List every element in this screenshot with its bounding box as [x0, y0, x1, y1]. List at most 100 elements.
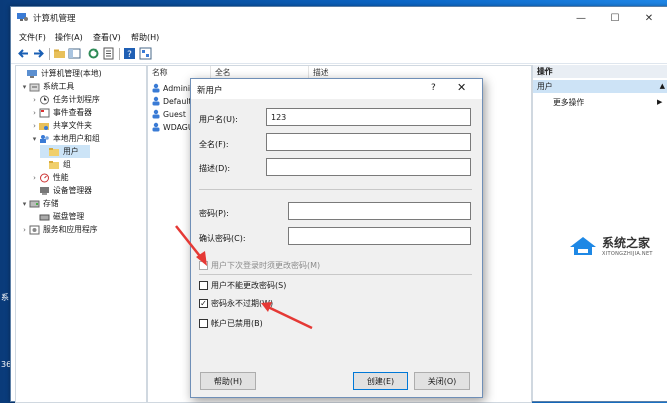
- tree-twisty[interactable]: ▾: [30, 135, 39, 143]
- fullname-input[interactable]: [266, 133, 471, 151]
- actions-header-label: 操作: [537, 67, 553, 76]
- tree-node-label: 本地用户和组: [53, 134, 100, 143]
- watermark-title: 系统之家: [602, 236, 651, 250]
- checkbox-box[interactable]: [199, 319, 208, 328]
- watermark-logo: 系统之家 XITONGZHIJIA.NET: [568, 234, 653, 257]
- close-button[interactable]: 关闭(O): [414, 372, 470, 390]
- tree-twisty[interactable]: ›: [30, 109, 39, 117]
- checkbox-label: 用户不能更改密码(S): [211, 281, 287, 290]
- tree-node-storage[interactable]: ▾ 存储: [20, 197, 59, 210]
- show-hide-tree-icon[interactable]: [68, 47, 81, 60]
- tree-node-label: 组: [63, 160, 71, 169]
- description-input[interactable]: [266, 158, 471, 176]
- tree-twisty[interactable]: ›: [20, 226, 29, 234]
- collapse-caret-icon[interactable]: ▲: [660, 82, 665, 90]
- toolbar: ?: [11, 45, 667, 64]
- checkbox-box[interactable]: [199, 281, 208, 290]
- menu-help[interactable]: 帮助(H): [131, 32, 159, 43]
- dialog-title: 新用户: [197, 86, 223, 96]
- user-icon: [152, 122, 160, 132]
- confirm-password-input[interactable]: [288, 227, 471, 245]
- clock-icon: [40, 95, 49, 104]
- tree-node-disk-management[interactable]: 磁盘管理: [30, 210, 84, 223]
- navigation-tree: 计算机管理(本地) ▾ 系统工具 › 任务计划程序 › 事件查看器 › 共享文件…: [15, 65, 147, 403]
- dialog-help-button[interactable]: ?: [431, 83, 436, 93]
- password-never-expires-checkbox[interactable]: ✓ 密码永不过期(W): [199, 298, 273, 309]
- checkbox-label: 用户下次登录时须更改密码(M): [211, 261, 321, 270]
- desktop-edge-text-1: 系: [1, 293, 9, 302]
- folder-icon: [49, 160, 59, 169]
- checkbox-box[interactable]: [199, 261, 208, 270]
- tree-node-label: 任务计划程序: [53, 95, 100, 104]
- username-input[interactable]: 123: [266, 108, 471, 126]
- actions-pane: 操作 用户 ▲ 更多操作 ▶: [532, 65, 667, 401]
- tools-icon: [29, 83, 40, 91]
- computer-management-icon: [17, 13, 28, 21]
- tree-node-device-manager[interactable]: 设备管理器: [30, 184, 92, 197]
- house-logo-icon: [570, 236, 596, 255]
- tree-node-groups[interactable]: 组: [40, 158, 71, 171]
- tree-node-task-scheduler[interactable]: › 任务计划程序: [30, 93, 100, 106]
- close-button-label: 关闭(O): [427, 376, 457, 386]
- dialog-title-bar: 新用户 ? ✕: [191, 79, 482, 99]
- tree-node-local-users-groups[interactable]: ▾ 本地用户和组: [30, 132, 100, 145]
- tree-node-label: 计算机管理(本地): [41, 69, 102, 78]
- account-disabled-checkbox[interactable]: 帐户已禁用(B): [199, 318, 263, 329]
- tree-node-system-tools[interactable]: ▾ 系统工具: [20, 80, 74, 93]
- more-actions-link[interactable]: 更多操作: [553, 97, 584, 108]
- menu-file[interactable]: 文件(F): [19, 32, 46, 43]
- refresh-icon[interactable]: [87, 47, 100, 60]
- maximize-button[interactable]: ☐: [598, 7, 632, 29]
- user-icon: [152, 109, 160, 119]
- watermark-subtitle: XITONGZHIJIA.NET: [602, 251, 653, 257]
- create-button-label: 创建(E): [366, 376, 395, 386]
- menu-action[interactable]: 操作(A): [55, 32, 83, 43]
- svg-text:?: ?: [127, 50, 132, 60]
- back-arrow-icon[interactable]: [17, 47, 30, 60]
- disk-icon: [39, 214, 50, 220]
- performance-icon: [40, 173, 49, 182]
- password-input[interactable]: [288, 202, 471, 220]
- close-window-button[interactable]: ✕: [632, 7, 666, 29]
- must-change-password-checkbox[interactable]: 用户下次登录时须更改密码(M): [199, 260, 320, 271]
- tree-node-performance[interactable]: › 性能: [30, 171, 69, 184]
- services-icon: [29, 225, 40, 234]
- cannot-change-password-checkbox[interactable]: 用户不能更改密码(S): [199, 280, 286, 291]
- help-icon[interactable]: ?: [123, 47, 136, 60]
- checkbox-checked-icon[interactable]: ✓: [199, 299, 208, 308]
- tree-node-label: 用户: [63, 147, 79, 156]
- menu-view[interactable]: 查看(V): [93, 32, 121, 43]
- minimize-button[interactable]: —: [564, 7, 598, 29]
- export-list-icon[interactable]: [102, 47, 115, 60]
- user-icon: [152, 96, 160, 106]
- forward-arrow-icon[interactable]: [32, 47, 45, 60]
- tree-node-label: 事件查看器: [53, 108, 92, 117]
- tree-twisty[interactable]: ▾: [20, 83, 29, 91]
- properties-icon[interactable]: [139, 47, 152, 60]
- username-value: 123: [271, 112, 287, 122]
- title-bar: 计算机管理 — ☐ ✕: [11, 7, 667, 29]
- tree-twisty[interactable]: ›: [30, 96, 39, 104]
- actions-group-users[interactable]: 用户 ▲: [533, 80, 667, 93]
- tree-node-label: 共享文件夹: [53, 121, 92, 130]
- create-button[interactable]: 创建(E): [353, 372, 408, 390]
- tree-node-shared-folders[interactable]: › 共享文件夹: [30, 119, 92, 132]
- list-item[interactable]: Guest: [148, 108, 186, 120]
- tree-node-event-viewer[interactable]: › 事件查看器: [30, 106, 92, 119]
- tree-node-computer-management[interactable]: 计算机管理(本地): [18, 67, 102, 80]
- submenu-caret-icon[interactable]: ▶: [657, 98, 662, 106]
- user-icon: [152, 83, 160, 93]
- device-manager-icon: [40, 186, 49, 195]
- tree-node-users[interactable]: 用户: [40, 145, 90, 158]
- tree-node-services-apps[interactable]: › 服务和应用程序: [20, 223, 98, 236]
- tree-twisty[interactable]: ›: [30, 122, 39, 130]
- tree-twisty[interactable]: ▾: [20, 200, 29, 208]
- up-folder-icon[interactable]: [53, 47, 66, 60]
- tree-node-label: 存储: [43, 199, 59, 208]
- help-button[interactable]: 帮助(H): [200, 372, 256, 390]
- dialog-close-icon[interactable]: ✕: [457, 81, 466, 94]
- new-user-dialog: 新用户 ? ✕ 用户名(U): 123 全名(F): 描述(D): 密码(P):…: [190, 78, 483, 398]
- tree-twisty[interactable]: ›: [30, 174, 39, 182]
- confirm-password-label: 确认密码(C):: [199, 234, 246, 243]
- actions-group-label: 用户: [537, 82, 553, 91]
